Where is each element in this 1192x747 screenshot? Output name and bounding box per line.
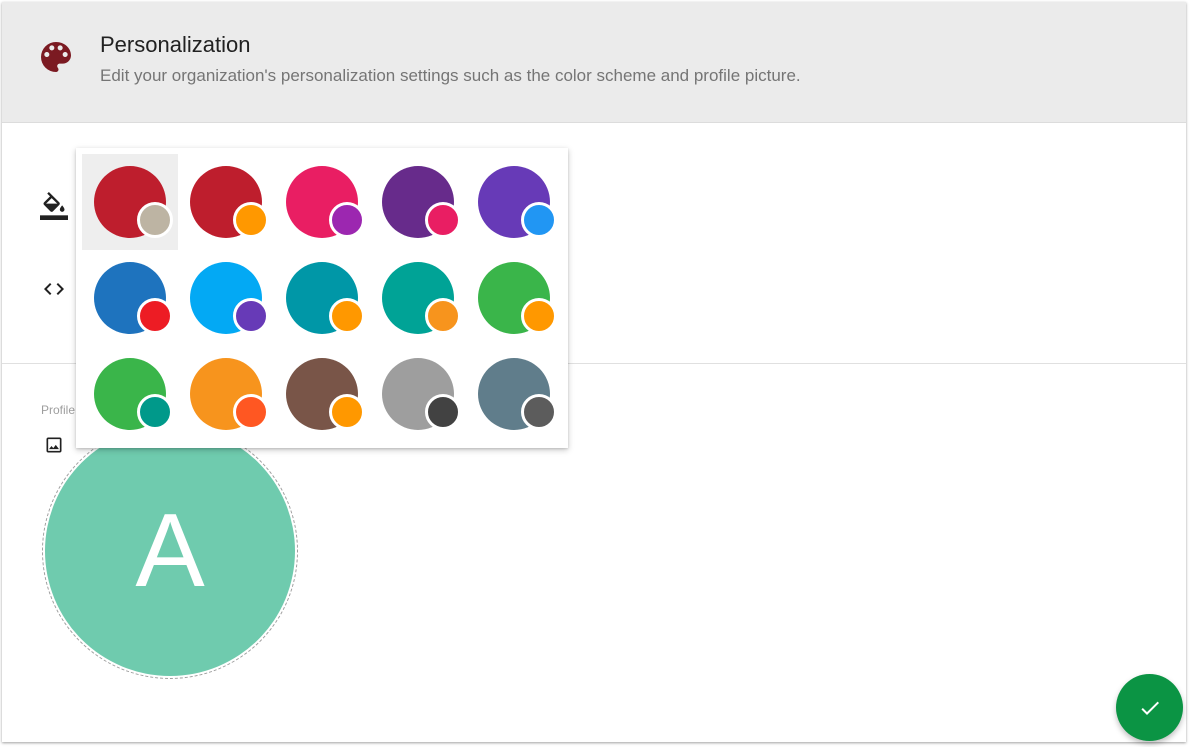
swatch-accent-color — [137, 298, 173, 334]
color-swatch[interactable] — [370, 250, 466, 346]
palette-icon — [41, 42, 71, 72]
avatar-initial: A — [135, 493, 205, 609]
color-swatch[interactable] — [370, 154, 466, 250]
color-swatch[interactable] — [274, 250, 370, 346]
color-swatch[interactable] — [82, 346, 178, 442]
color-swatch[interactable] — [274, 346, 370, 442]
profile-label: Profile — [41, 403, 76, 417]
card-header: Personalization Edit your organization's… — [2, 2, 1186, 123]
color-scheme-picker — [76, 148, 568, 448]
color-swatch[interactable] — [274, 154, 370, 250]
image-icon — [46, 437, 62, 453]
swatch-accent-color — [521, 202, 557, 238]
color-swatch[interactable] — [466, 154, 562, 250]
page-subtitle: Edit your organization's personalization… — [100, 66, 801, 85]
avatar: A — [45, 426, 295, 676]
color-swatch[interactable] — [370, 346, 466, 442]
swatch-accent-color — [425, 394, 461, 430]
swatch-accent-color — [521, 394, 557, 430]
check-icon — [1140, 701, 1159, 715]
swatch-accent-color — [425, 298, 461, 334]
swatch-accent-color — [233, 394, 269, 430]
swatch-accent-color — [137, 394, 173, 430]
swatch-accent-color — [521, 298, 557, 334]
color-swatch[interactable] — [178, 346, 274, 442]
swatch-accent-color — [233, 202, 269, 238]
swatch-accent-color — [233, 298, 269, 334]
swatch-accent-color — [425, 202, 461, 238]
color-swatch[interactable] — [82, 250, 178, 346]
color-swatch[interactable] — [178, 154, 274, 250]
color-swatch[interactable] — [466, 250, 562, 346]
swatch-accent-color — [329, 298, 365, 334]
swatch-accent-color — [329, 202, 365, 238]
save-button[interactable] — [1116, 674, 1183, 741]
swatch-accent-color — [137, 202, 173, 238]
page-title: Personalization — [100, 32, 251, 57]
swatch-accent-color — [329, 394, 365, 430]
profile-picture-dropzone[interactable]: A — [42, 423, 298, 679]
color-swatch[interactable] — [178, 250, 274, 346]
color-swatch[interactable] — [82, 154, 178, 250]
color-swatch[interactable] — [466, 346, 562, 442]
code-icon — [44, 283, 64, 295]
format-color-fill-icon — [40, 192, 68, 220]
